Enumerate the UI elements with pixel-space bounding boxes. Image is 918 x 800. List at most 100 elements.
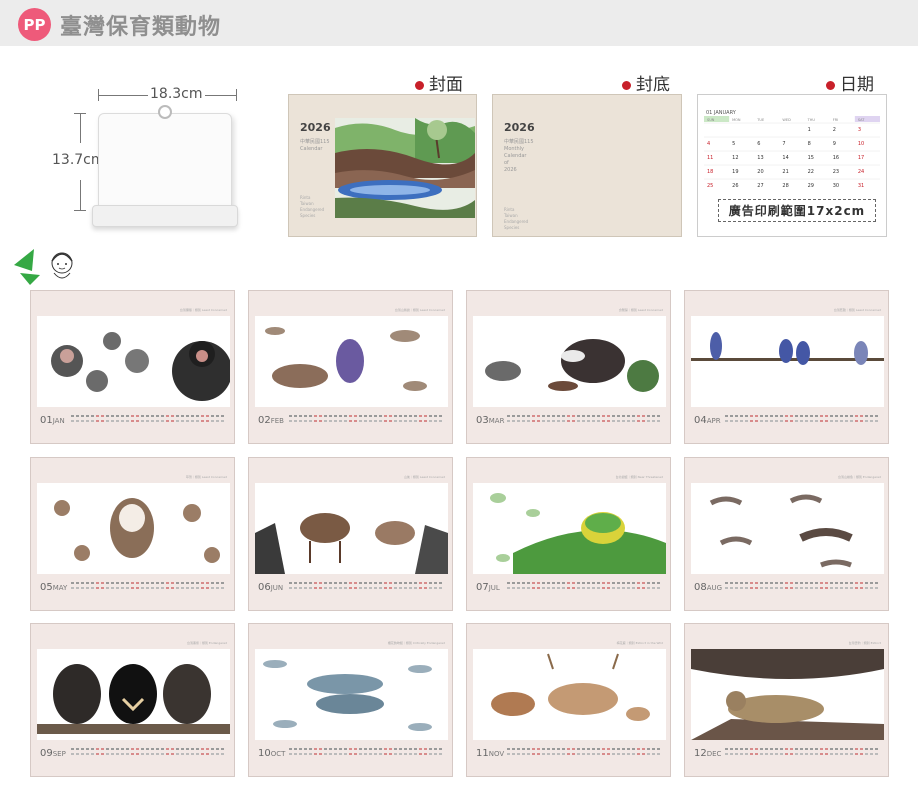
day-mark bbox=[439, 753, 442, 755]
day-mark bbox=[171, 753, 174, 755]
weekday-mark bbox=[845, 582, 848, 584]
day-mark bbox=[627, 753, 630, 755]
weekday-mark bbox=[800, 415, 803, 417]
month-species-title: 台灣黑熊｜類別 Endangered bbox=[186, 641, 227, 645]
day-mark bbox=[572, 420, 575, 422]
weekday-mark bbox=[735, 582, 738, 584]
weekday-mark bbox=[735, 748, 738, 750]
weekday-mark bbox=[810, 582, 813, 584]
date-cell: 11 bbox=[707, 155, 713, 161]
weekday-mark bbox=[805, 582, 808, 584]
page-title: 臺灣保育類動物 bbox=[60, 15, 222, 40]
weekday-mark bbox=[309, 748, 312, 750]
weekday-mark bbox=[750, 748, 753, 750]
day-mark bbox=[379, 753, 382, 755]
month-species-title: 食蟹獴｜類別 Least Concerned bbox=[618, 308, 663, 312]
weekday-mark bbox=[414, 582, 417, 584]
day-mark bbox=[384, 753, 387, 755]
leopard-illustration bbox=[691, 649, 884, 740]
weekday-mark bbox=[855, 748, 858, 750]
weekday-mark bbox=[557, 415, 560, 417]
month-abbreviation: AUG bbox=[706, 584, 723, 592]
weekday-mark bbox=[592, 748, 595, 750]
day-mark bbox=[81, 420, 84, 422]
day-mark bbox=[810, 753, 813, 755]
weekday-mark bbox=[657, 748, 660, 750]
day-mark bbox=[364, 420, 367, 422]
day-mark bbox=[820, 753, 823, 755]
month-label: 06JUN bbox=[258, 582, 283, 593]
weekday-mark bbox=[299, 415, 302, 417]
day-mark bbox=[414, 587, 417, 589]
day-mark bbox=[532, 753, 535, 755]
month-card-jun: 山羌｜類別 Least Concerned 06JUN bbox=[248, 457, 453, 611]
day-mark bbox=[126, 587, 129, 589]
day-mark bbox=[577, 753, 580, 755]
weekday-mark bbox=[81, 748, 84, 750]
day-mark bbox=[354, 420, 357, 422]
day-mark bbox=[86, 587, 89, 589]
weekday-mark bbox=[725, 748, 728, 750]
weekday-mark bbox=[419, 748, 422, 750]
day-mark bbox=[815, 420, 818, 422]
weekday-mark bbox=[81, 415, 84, 417]
weekday-mark bbox=[111, 415, 114, 417]
weekday-mark bbox=[359, 415, 362, 417]
day-mark bbox=[86, 420, 89, 422]
month-label: 11NOV bbox=[476, 748, 504, 759]
weekday-mark bbox=[196, 415, 199, 417]
day-mark bbox=[745, 420, 748, 422]
day-mark bbox=[221, 753, 224, 755]
weekday-mark bbox=[592, 415, 595, 417]
weekday-mark bbox=[304, 415, 307, 417]
weekday-mark bbox=[647, 415, 650, 417]
day-mark bbox=[755, 420, 758, 422]
weekday-mark bbox=[329, 748, 332, 750]
day-mark bbox=[171, 587, 174, 589]
day-mark bbox=[775, 420, 778, 422]
weekday-mark bbox=[96, 748, 99, 750]
day-mark bbox=[760, 420, 763, 422]
day-mark bbox=[429, 753, 432, 755]
month-label: 08AUG bbox=[694, 582, 722, 593]
month-label: 04APR bbox=[694, 415, 721, 426]
day-mark bbox=[394, 587, 397, 589]
day-mark bbox=[815, 587, 818, 589]
weekday-mark bbox=[216, 582, 219, 584]
day-mark bbox=[91, 420, 94, 422]
weekday-mark bbox=[825, 582, 828, 584]
day-mark bbox=[389, 420, 392, 422]
day-mark bbox=[399, 753, 402, 755]
weekday-mark bbox=[652, 582, 655, 584]
day-mark bbox=[582, 420, 585, 422]
day-mark bbox=[542, 753, 545, 755]
day-mark bbox=[870, 753, 873, 755]
day-mark bbox=[91, 753, 94, 755]
date-cell: 10 bbox=[858, 141, 864, 147]
weekday-mark bbox=[294, 415, 297, 417]
weekday-mark bbox=[572, 415, 575, 417]
weekday-mark bbox=[820, 415, 823, 417]
month-abbreviation: SEP bbox=[52, 750, 66, 758]
weekday-mark bbox=[735, 415, 738, 417]
weekday-mark bbox=[166, 415, 169, 417]
day-mark bbox=[790, 420, 793, 422]
weekday-mark bbox=[216, 748, 219, 750]
weekday-mark bbox=[765, 582, 768, 584]
weekday-mark bbox=[206, 582, 209, 584]
month-number: 04 bbox=[694, 415, 707, 426]
day-mark bbox=[349, 753, 352, 755]
day-mark bbox=[166, 420, 169, 422]
month-card-dec: 台灣雲豹｜類別 Extinct 12DEC bbox=[684, 623, 889, 777]
day-mark bbox=[607, 753, 610, 755]
day-mark bbox=[176, 420, 179, 422]
date-cell: 15 bbox=[808, 155, 814, 161]
weekday-mark bbox=[542, 582, 545, 584]
weekday-mark bbox=[810, 415, 813, 417]
day-mark bbox=[136, 420, 139, 422]
weekday-mark bbox=[637, 415, 640, 417]
day-mark bbox=[740, 420, 743, 422]
day-mark bbox=[875, 420, 878, 422]
ad-print-area-note: 廣告印刷範圍17x2cm bbox=[718, 199, 876, 222]
weekday-mark bbox=[730, 415, 733, 417]
